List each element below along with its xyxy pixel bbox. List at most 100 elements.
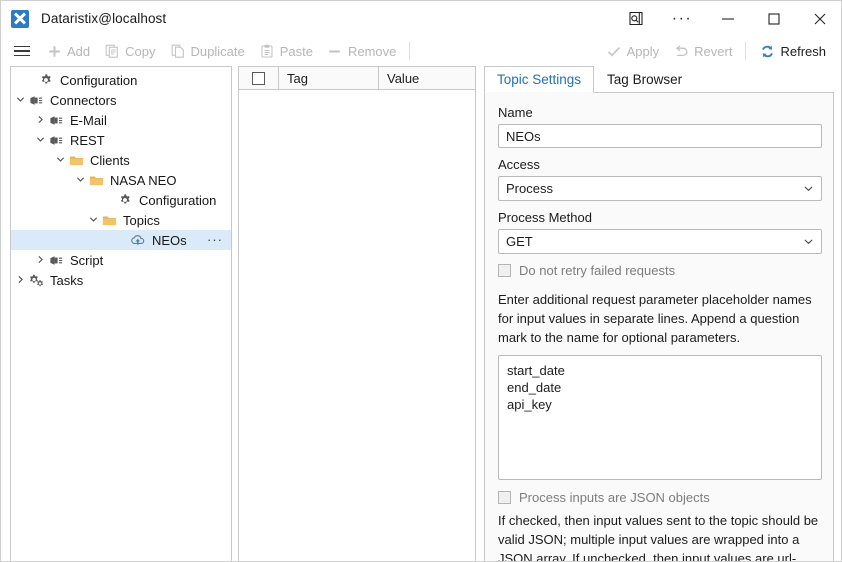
process-method-select-value: GET bbox=[506, 234, 533, 249]
duplicate-icon bbox=[170, 43, 186, 59]
settings-tabstrip: Topic Settings Tag Browser bbox=[484, 66, 834, 93]
close-button[interactable] bbox=[797, 2, 841, 36]
tree-node-label: NEOs bbox=[152, 232, 187, 248]
process-method-select[interactable]: GET bbox=[498, 229, 822, 254]
chevron-down-icon[interactable] bbox=[14, 90, 27, 110]
gear-icon bbox=[37, 73, 55, 87]
no-retry-row[interactable]: Do not retry failed requests bbox=[498, 263, 820, 278]
tree-node-label: Tasks bbox=[50, 272, 84, 288]
tree-node-overflow-menu[interactable]: ··· bbox=[207, 233, 223, 246]
tree-node-clients[interactable]: Clients bbox=[11, 150, 231, 170]
access-select-value: Process bbox=[506, 181, 553, 196]
remove-label: Remove bbox=[347, 43, 397, 59]
chevron-right-icon[interactable] bbox=[34, 250, 47, 270]
copy-label: Copy bbox=[125, 43, 156, 59]
select-all-column-header[interactable] bbox=[239, 67, 279, 89]
apply-label: Apply bbox=[626, 43, 660, 59]
undo-icon bbox=[673, 43, 689, 59]
no-retry-label: Do not retry failed requests bbox=[519, 263, 676, 278]
minimize-button[interactable] bbox=[705, 2, 751, 36]
duplicate-label: Duplicate bbox=[190, 43, 245, 59]
copy-button[interactable]: Copy bbox=[97, 37, 162, 65]
tree-node-script[interactable]: Script bbox=[11, 250, 231, 270]
add-label: Add bbox=[67, 43, 91, 59]
tree-node-label: Configuration bbox=[60, 72, 138, 88]
maximize-button[interactable] bbox=[751, 2, 797, 36]
tree-node-label: NASA NEO bbox=[110, 172, 177, 188]
tree-node-nasa-neo-configuration[interactable]: Configuration bbox=[11, 190, 231, 210]
request-parameters-textarea[interactable]: start_date end_date api_key bbox=[498, 355, 822, 480]
plus-icon bbox=[46, 43, 62, 59]
folder-icon bbox=[67, 154, 85, 167]
revert-button[interactable]: Revert bbox=[666, 37, 739, 65]
chevron-down-icon[interactable] bbox=[87, 210, 100, 230]
tree-node-label: Script bbox=[70, 252, 104, 268]
tab-topic-settings[interactable]: Topic Settings bbox=[484, 66, 595, 93]
chevron-down-icon[interactable] bbox=[54, 150, 67, 170]
paste-icon bbox=[259, 43, 275, 59]
hamburger-menu-icon[interactable] bbox=[5, 37, 39, 65]
more-options-button[interactable]: ··· bbox=[659, 2, 705, 36]
tab-topic-settings-label: Topic Settings bbox=[497, 72, 582, 87]
connector-icon bbox=[47, 114, 65, 127]
tree-node-connectors[interactable]: Connectors bbox=[11, 90, 231, 110]
name-label: Name bbox=[498, 105, 533, 120]
tag-table-body[interactable] bbox=[239, 90, 475, 561]
chevron-down-icon[interactable] bbox=[34, 130, 47, 150]
tag-column-header[interactable]: Tag bbox=[279, 67, 379, 89]
add-button[interactable]: Add bbox=[39, 37, 97, 65]
tag-table-panel[interactable]: Tag Value bbox=[238, 66, 476, 561]
tree-node-neos[interactable]: NEOs ··· bbox=[11, 230, 231, 250]
navigation-tree: Configuration Connectors E-Mail REST Cli… bbox=[11, 67, 231, 290]
tree-node-topics[interactable]: Topics bbox=[11, 210, 231, 230]
access-select[interactable]: Process bbox=[498, 176, 822, 201]
json-help-text: If checked, then input values sent to th… bbox=[498, 513, 819, 562]
tree-node-label: Configuration bbox=[139, 192, 217, 208]
toolbar-divider bbox=[409, 42, 411, 60]
params-help-text: Enter additional request parameter place… bbox=[498, 292, 812, 345]
minus-icon bbox=[327, 43, 343, 59]
cloud-upload-icon bbox=[129, 233, 147, 247]
tab-tag-browser[interactable]: Tag Browser bbox=[594, 66, 695, 93]
chevron-down-icon bbox=[803, 183, 814, 194]
window-title: Dataristix@localhost bbox=[41, 11, 167, 26]
process-method-label: Process Method bbox=[498, 210, 592, 225]
copy-icon bbox=[104, 43, 120, 59]
json-objects-row[interactable]: Process inputs are JSON objects bbox=[498, 490, 820, 505]
apply-button[interactable]: Apply bbox=[599, 37, 667, 65]
refresh-button[interactable]: Refresh bbox=[752, 37, 833, 65]
folder-icon bbox=[87, 174, 105, 187]
title-bar: Dataristix@localhost ··· bbox=[1, 1, 841, 37]
json-objects-checkbox[interactable] bbox=[498, 491, 511, 504]
remove-button[interactable]: Remove bbox=[320, 37, 403, 65]
settings-pane: Topic Settings Tag Browser Name NEOs Acc… bbox=[484, 66, 834, 562]
x-logo-icon bbox=[11, 9, 29, 28]
paste-button[interactable]: Paste bbox=[252, 37, 320, 65]
search-panel-icon bbox=[628, 10, 645, 27]
select-all-checkbox[interactable] bbox=[252, 71, 265, 85]
tree-node-email[interactable]: E-Mail bbox=[11, 110, 231, 130]
chevron-down-icon[interactable] bbox=[74, 170, 87, 190]
duplicate-button[interactable]: Duplicate bbox=[163, 37, 252, 65]
connector-icon bbox=[47, 254, 65, 267]
tree-node-label: Connectors bbox=[50, 92, 117, 108]
no-retry-checkbox[interactable] bbox=[498, 264, 511, 277]
tree-node-tasks[interactable]: Tasks bbox=[11, 270, 231, 290]
connector-icon bbox=[27, 94, 45, 107]
folder-icon bbox=[100, 214, 118, 227]
tree-node-nasa-neo[interactable]: NASA NEO bbox=[11, 170, 231, 190]
navigation-tree-panel[interactable]: Configuration Connectors E-Mail REST Cli… bbox=[10, 66, 232, 561]
name-input[interactable]: NEOs bbox=[498, 124, 822, 148]
tree-node-configuration-root[interactable]: Configuration bbox=[11, 70, 231, 90]
value-column-header[interactable]: Value bbox=[379, 67, 475, 89]
tree-node-label: E-Mail bbox=[70, 112, 107, 128]
minimize-icon bbox=[721, 13, 735, 25]
chevron-right-icon[interactable] bbox=[14, 270, 27, 290]
chevron-right-icon[interactable] bbox=[34, 110, 47, 130]
check-icon bbox=[606, 43, 622, 59]
tree-node-rest[interactable]: REST bbox=[11, 130, 231, 150]
ellipsis-icon: ··· bbox=[671, 9, 693, 27]
tag-table-header: Tag Value bbox=[239, 67, 475, 90]
gear-icon bbox=[116, 193, 134, 207]
search-panel-button[interactable] bbox=[613, 2, 659, 36]
